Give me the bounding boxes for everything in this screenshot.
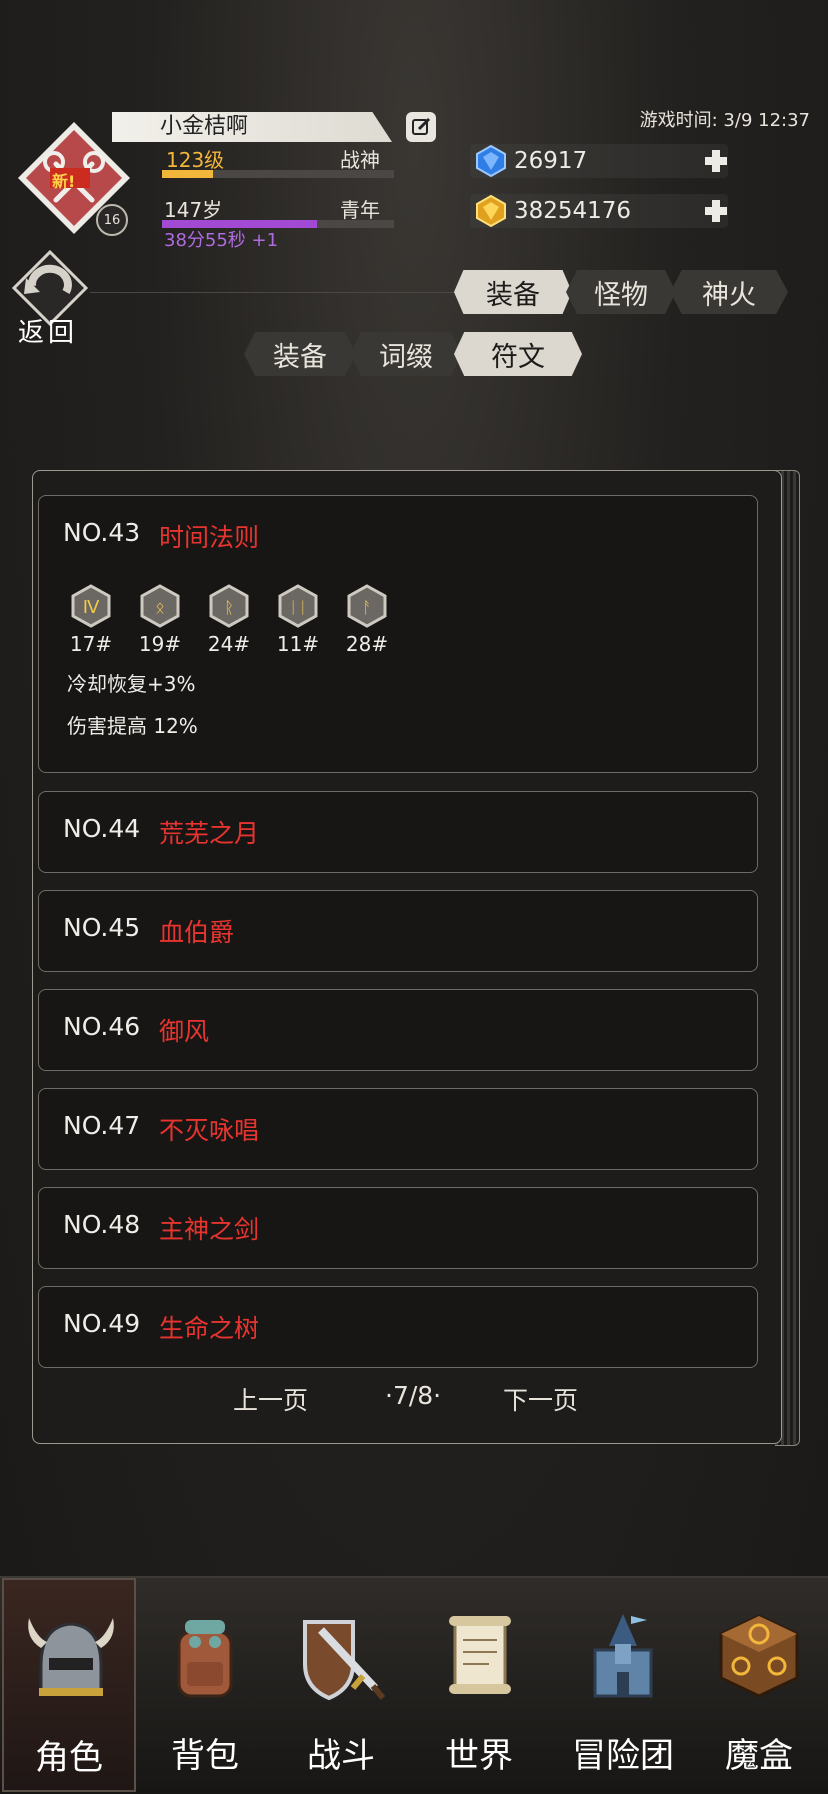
- nav-label: 角色: [35, 1738, 103, 1778]
- backpack-icon: [177, 1620, 233, 1698]
- svg-text:ᛟ: ᛟ: [155, 598, 165, 617]
- runeword-item[interactable]: NO.49 生命之树: [38, 1286, 758, 1368]
- subtab-rune[interactable]: 符文: [454, 332, 582, 376]
- svg-text:Ⅳ: Ⅳ: [83, 597, 100, 618]
- runeword-item-expanded[interactable]: NO.43 时间法则 Ⅳ ᛟ ᚱ ᛁᛁ ᚨ 17# 19# 24# 11# 28…: [38, 495, 758, 773]
- runeword-name: 荒芜之月: [159, 819, 260, 848]
- nav-label: 战斗: [307, 1736, 375, 1776]
- magic-box-icon: [719, 1614, 799, 1698]
- runeword-item[interactable]: NO.48 主神之剑: [38, 1187, 758, 1269]
- runeword-effect: 伤害提高 12%: [67, 714, 198, 738]
- rune-number: 28#: [345, 632, 389, 656]
- nav-label: 魔盒: [725, 1736, 793, 1776]
- rune-number: 19#: [138, 632, 182, 656]
- tab-monster[interactable]: 怪物: [566, 270, 676, 314]
- nav-label: 冒险团: [572, 1736, 674, 1776]
- runeword-item[interactable]: NO.45 血伯爵: [38, 890, 758, 972]
- nav-character[interactable]: 角色: [2, 1578, 136, 1792]
- next-page-button[interactable]: 下一页: [503, 1381, 578, 1417]
- tab-divine-fire[interactable]: 神火: [670, 270, 788, 314]
- nav-label: 背包: [171, 1736, 239, 1776]
- nav-world[interactable]: 世界: [412, 1578, 546, 1792]
- runeword-number: NO.47: [63, 1111, 141, 1140]
- runeword-list: NO.43 时间法则 Ⅳ ᛟ ᚱ ᛁᛁ ᚨ 17# 19# 24# 11# 28…: [32, 470, 782, 1444]
- runeword-number: NO.44: [63, 814, 141, 843]
- player-level: 123级: [166, 148, 225, 172]
- runeword-effect: 冷却恢复+3%: [67, 672, 196, 696]
- svg-text:ᛁᛁ: ᛁᛁ: [288, 598, 307, 617]
- nav-backpack[interactable]: 背包: [138, 1578, 272, 1792]
- gold-amount: 38254176: [514, 198, 632, 224]
- tab-equipment[interactable]: 装备: [454, 270, 572, 314]
- player-name: 小金桔啊: [112, 112, 392, 142]
- nav-battle[interactable]: 战斗: [274, 1578, 408, 1792]
- prev-page-button[interactable]: 上一页: [233, 1381, 308, 1417]
- nav-adventure-team[interactable]: 冒险团: [556, 1578, 690, 1792]
- gold-currency: 38254176: [470, 194, 728, 228]
- runeword-number: NO.48: [63, 1210, 141, 1239]
- runeword-name: 主神之剑: [159, 1215, 260, 1244]
- avatar-new-tag: 新!: [52, 172, 76, 191]
- subtab-equipment[interactable]: 装备: [244, 332, 356, 376]
- rune-number: 24#: [207, 632, 251, 656]
- svg-text:ᚨ: ᚨ: [362, 598, 372, 617]
- diamond-icon: [476, 144, 506, 178]
- runeword-number: NO.45: [63, 913, 141, 942]
- gold-icon: [476, 194, 506, 228]
- rune-icon[interactable]: ᚨ: [345, 584, 389, 628]
- page-indicator: ·7/8·: [385, 1381, 442, 1410]
- helmet-icon: [28, 1618, 114, 1696]
- runeword-name: 不灭咏唱: [159, 1116, 260, 1145]
- runeword-name: 时间法则: [159, 523, 260, 552]
- add-gold-button[interactable]: [702, 197, 730, 225]
- runeword-item[interactable]: NO.47 不灭咏唱: [38, 1088, 758, 1170]
- rune-icon[interactable]: Ⅳ: [69, 584, 113, 628]
- time-left: 38分55秒 +1: [164, 230, 279, 251]
- svg-text:ᚱ: ᚱ: [224, 598, 234, 617]
- rune-number: 17#: [69, 632, 113, 656]
- rune-icon[interactable]: ᛁᛁ: [276, 584, 320, 628]
- runeword-item[interactable]: NO.44 荒芜之月: [38, 791, 758, 873]
- diamond-currency: 26917: [470, 144, 728, 178]
- back-label: 返回: [18, 318, 79, 348]
- runeword-name: 御风: [159, 1017, 210, 1046]
- castle-icon: [593, 1614, 653, 1698]
- divider-line: [90, 292, 460, 293]
- diamond-amount: 26917: [514, 148, 588, 174]
- runeword-item[interactable]: NO.46 御风: [38, 989, 758, 1071]
- nav-magic-box[interactable]: 魔盒: [692, 1578, 826, 1792]
- sword-shield-icon: [303, 1620, 386, 1701]
- runeword-number: NO.49: [63, 1309, 141, 1338]
- rune-icon[interactable]: ᛟ: [138, 584, 182, 628]
- add-diamond-button[interactable]: [702, 147, 730, 175]
- runeword-book: NO.43 时间法则 Ⅳ ᛟ ᚱ ᛁᛁ ᚨ 17# 19# 24# 11# 28…: [32, 470, 800, 1446]
- runeword-number: NO.46: [63, 1012, 141, 1041]
- runeword-number: NO.43: [63, 518, 141, 547]
- nav-label: 世界: [445, 1736, 513, 1776]
- level-badge: 16: [96, 204, 128, 236]
- level-progress-bar: [162, 170, 394, 178]
- rune-number: 11#: [276, 632, 320, 656]
- scroll-map-icon: [449, 1616, 511, 1694]
- edit-icon: [412, 117, 431, 135]
- rune-icon[interactable]: ᚱ: [207, 584, 251, 628]
- edit-name-button[interactable]: [406, 112, 436, 142]
- player-age: 147岁: [164, 198, 223, 222]
- subtab-affix[interactable]: 词缀: [350, 332, 462, 376]
- game-time: 游戏时间: 3/9 12:37: [639, 110, 810, 131]
- runeword-name: 血伯爵: [159, 918, 235, 947]
- age-stage: 青年: [340, 198, 380, 222]
- player-title: 战神: [340, 148, 380, 172]
- runeword-name: 生命之树: [159, 1314, 260, 1343]
